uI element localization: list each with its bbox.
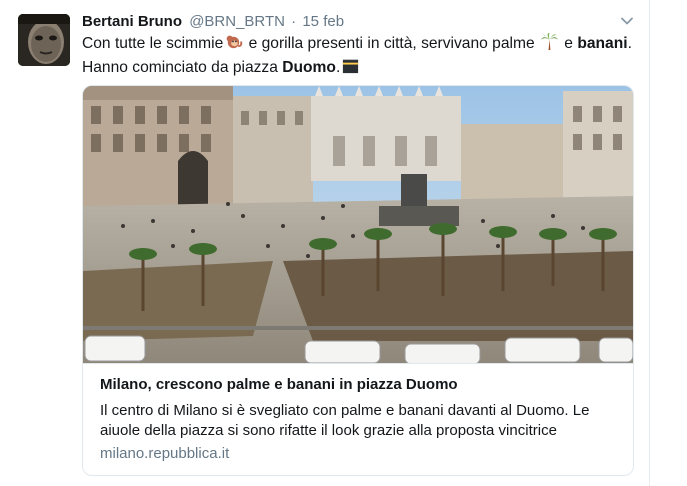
tweet-text-bold: banani	[577, 35, 628, 52]
tweet-text: Con tutte le scimmie e gorilla presenti …	[82, 32, 642, 80]
avatar[interactable]	[18, 14, 70, 66]
card-image[interactable]	[83, 86, 633, 363]
tweet-text-segment: e gorilla presenti in città, servivano p…	[244, 35, 539, 52]
monkey-emoji	[226, 35, 243, 49]
link-card[interactable]: Milano, crescono palme e banani in piazz…	[82, 85, 634, 476]
author-handle[interactable]: @BRN_BRTN	[189, 13, 285, 30]
tweet-timestamp[interactable]: 15 feb	[302, 13, 344, 30]
kaaba-emoji	[343, 59, 359, 74]
tweet-text-segment: Con tutte le scimmie	[82, 35, 224, 52]
card-title[interactable]: Milano, crescono palme e banani in piazz…	[100, 375, 458, 395]
card-divider	[83, 363, 633, 364]
tweet-text-bold: Duomo	[282, 59, 336, 76]
chevron-down-icon[interactable]	[620, 14, 634, 28]
tweet-text-segment: .	[627, 35, 632, 52]
tweet-text-segment: Hanno cominciato da piazza	[82, 59, 283, 76]
avatar-photo	[18, 14, 70, 66]
palm-tree-emoji	[540, 32, 559, 51]
card-description: Il centro di Milano si è svegliato con p…	[100, 402, 590, 439]
tweet-text-segment: e	[559, 35, 578, 52]
card-domain: milano.repubblica.it	[100, 445, 230, 462]
separator: ·	[291, 13, 297, 30]
tweet-header: Bertani Bruno @BRN_BRTN · 15 feb	[82, 12, 344, 32]
tweet[interactable]: Bertani Bruno @BRN_BRTN · 15 feb Con tut…	[0, 0, 687, 486]
timeline-divider	[649, 0, 650, 486]
author-name[interactable]: Bertani Bruno	[82, 13, 182, 30]
tweet-text-segment: .	[335, 59, 341, 76]
